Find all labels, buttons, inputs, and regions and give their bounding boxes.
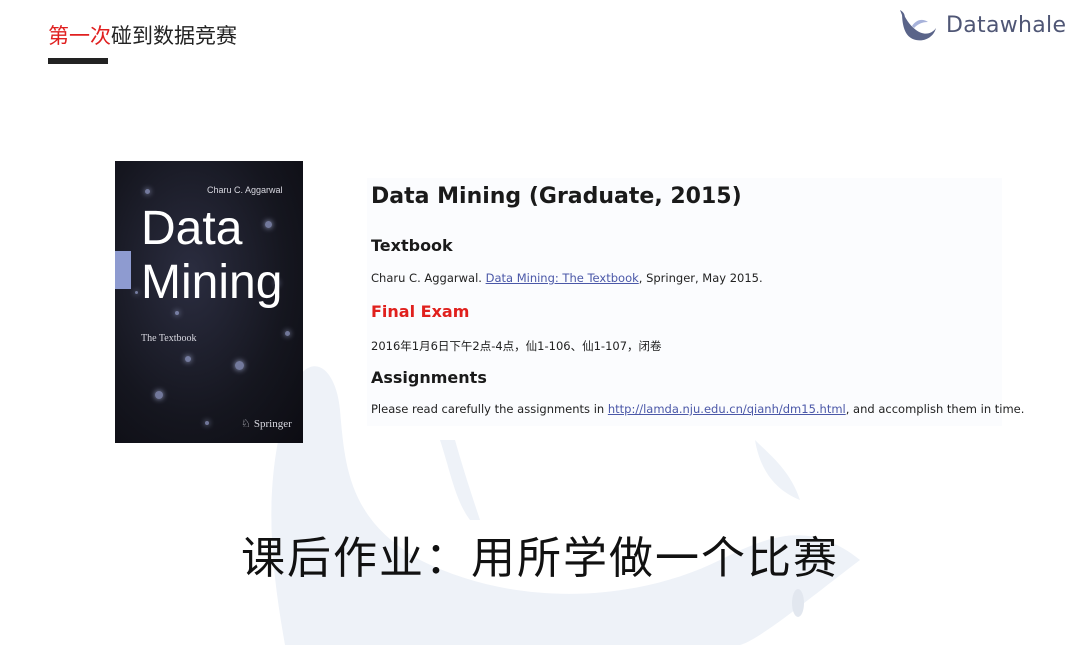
title-underline xyxy=(48,58,108,64)
book-spine-stripe xyxy=(115,251,131,289)
springer-horse-icon: ♘ xyxy=(241,418,251,430)
star xyxy=(135,291,138,294)
whale-logo-icon xyxy=(900,10,936,41)
book-title-line1: Data xyxy=(141,202,243,255)
textbook-citation-prefix: Charu C. Aggarwal. xyxy=(371,271,486,285)
star xyxy=(205,421,209,425)
star xyxy=(265,221,272,228)
textbook-citation: Charu C. Aggarwal. Data Mining: The Text… xyxy=(371,271,763,285)
course-info-panel: Data Mining (Graduate, 2015) Textbook Ch… xyxy=(367,178,1024,426)
textbook-citation-suffix: , Springer, May 2015. xyxy=(638,271,763,285)
star xyxy=(155,391,163,399)
star xyxy=(145,189,150,194)
assignments-heading: Assignments xyxy=(371,368,487,387)
textbook-link[interactable]: Data Mining: The Textbook xyxy=(486,271,639,285)
book-subtitle: The Textbook xyxy=(141,333,197,344)
star xyxy=(285,331,290,336)
course-title: Data Mining (Graduate, 2015) xyxy=(371,184,742,209)
homework-caption: 课后作业：用所学做一个比赛 xyxy=(241,533,839,584)
datawhale-logo: Datawhale xyxy=(898,8,1066,42)
page-title-rest: 碰到数据竞赛 xyxy=(111,24,237,48)
assignments-link[interactable]: http://lamda.nju.edu.cn/qianh/dm15.html xyxy=(608,402,846,416)
star xyxy=(235,361,244,370)
book-author: Charu C. Aggarwal xyxy=(207,185,283,195)
final-exam-heading: Final Exam xyxy=(371,302,470,321)
book-title-line2: Mining xyxy=(141,256,283,309)
assignments-prefix: Please read carefully the assignments in xyxy=(371,402,608,416)
book-publisher-name: Springer xyxy=(253,418,292,430)
page-title-accent: 第一次 xyxy=(48,24,111,48)
final-exam-details: 2016年1月6日下午2点-4点，仙1-106、仙1-107，闭卷 xyxy=(371,339,662,353)
logo-text: Datawhale xyxy=(946,12,1067,38)
page-title: 第一次碰到数据竞赛 xyxy=(48,20,237,50)
textbook-heading: Textbook xyxy=(371,236,453,255)
star xyxy=(185,356,191,362)
assignments-text: Please read carefully the assignments in… xyxy=(371,402,1024,416)
assignments-suffix: , and accomplish them in time. xyxy=(845,402,1025,416)
star xyxy=(175,311,179,315)
book-cover-image: Charu C. Aggarwal Data Mining The Textbo… xyxy=(115,161,303,443)
book-publisher: ♘ Springer xyxy=(241,417,292,430)
